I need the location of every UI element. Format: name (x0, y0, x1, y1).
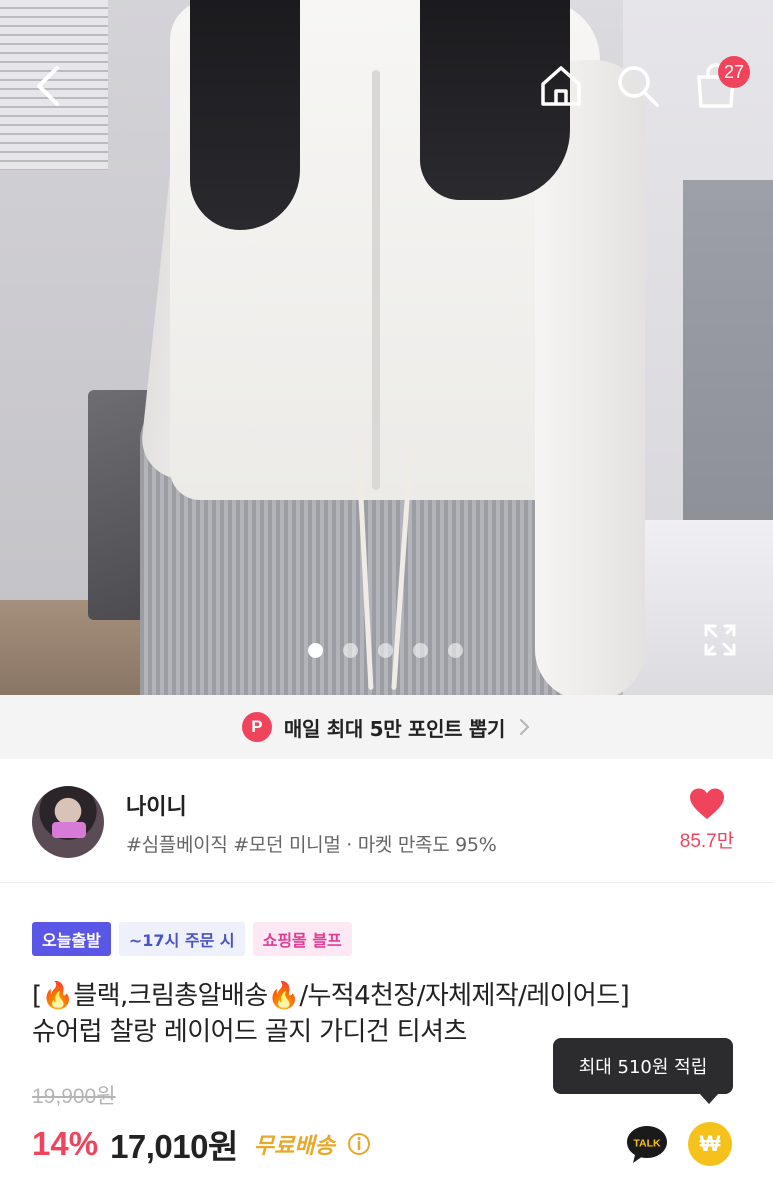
delivery-badges: 오늘출발 ~17시 주문 시 쇼핑몰 블프 (32, 922, 352, 956)
sale-price: 17,010원 (110, 1128, 238, 1165)
reward-button[interactable]: ₩ (688, 1122, 732, 1166)
gallery-dot[interactable] (343, 643, 358, 658)
seller-section[interactable]: 나이니 #심플베이직 #모던 미니멀 · 마켓 만족도 95% 85.7만 (0, 759, 773, 883)
original-price: 19,900원 (32, 1085, 116, 1108)
search-icon (618, 66, 659, 107)
back-button[interactable] (24, 60, 72, 112)
price-row: 14% 17,010원 무료배송 (32, 1120, 371, 1168)
seller-avatar[interactable] (32, 786, 104, 858)
point-icon: P (241, 712, 272, 742)
point-banner-text: 매일 최대 5만 포인트 뽑기 (283, 716, 506, 741)
chevron-left-icon (37, 66, 59, 106)
seller-name[interactable]: 나이니 (126, 789, 187, 821)
photo-hair-left (190, 0, 300, 230)
gallery-dot[interactable] (378, 643, 393, 658)
won-icon: ₩ (699, 1131, 721, 1156)
cart-count-badge: 27 (718, 56, 750, 88)
reward-tooltip: 최대 510원 적립 (553, 1038, 733, 1104)
gallery-dot[interactable] (413, 643, 428, 658)
talk-button[interactable]: TALK (625, 1123, 669, 1165)
free-shipping-label: 무료배송 (253, 1134, 335, 1159)
seller-tags: #심플베이직 #모던 미니멀 · 마켓 만족도 95% (126, 834, 497, 856)
like-count: 85.7만 (679, 831, 735, 852)
search-button[interactable] (612, 60, 664, 112)
product-title-line: [🔥블랙,크림총알배송🔥/누적4천장/자체제작/레이어드] (32, 981, 630, 1011)
cart-button[interactable]: 27 (690, 56, 750, 112)
photo-bed (623, 520, 773, 695)
chat-bubble-icon: TALK (627, 1126, 667, 1163)
expand-icon[interactable] (698, 618, 742, 662)
gallery-dot[interactable] (448, 643, 463, 658)
chevron-right-icon (520, 719, 530, 735)
avatar-phone (52, 822, 86, 838)
home-button[interactable] (535, 60, 587, 112)
info-icon[interactable] (347, 1132, 371, 1156)
today-shipping-badge: 오늘출발 (32, 922, 111, 956)
photo-placket (372, 70, 380, 490)
order-cutoff-badge: ~17시 주문 시 (118, 922, 245, 956)
talk-label: TALK (633, 1138, 661, 1150)
gallery-dot[interactable] (308, 643, 323, 658)
black-friday-badge: 쇼핑몰 블프 (252, 922, 352, 956)
discount-rate: 14% (32, 1125, 99, 1162)
home-icon (541, 66, 581, 106)
heart-icon[interactable] (688, 787, 726, 821)
point-event-banner[interactable]: P 매일 최대 5만 포인트 뽑기 (0, 695, 773, 759)
gallery-pagination (308, 643, 463, 658)
